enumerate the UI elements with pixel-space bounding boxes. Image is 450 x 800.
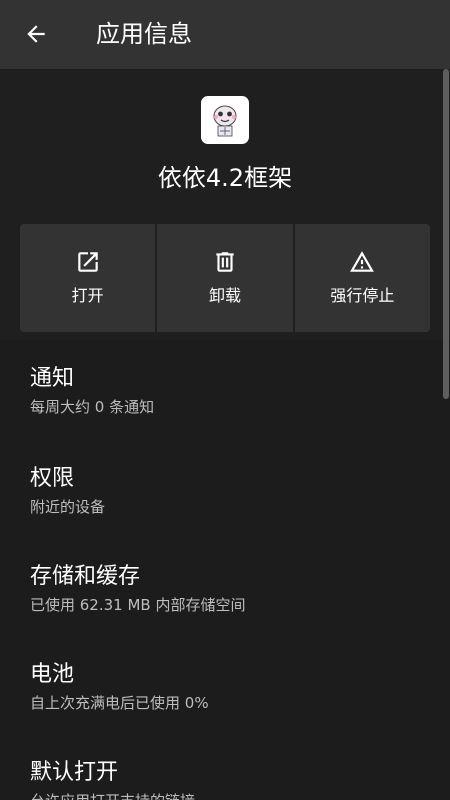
warning-icon [350, 251, 375, 272]
list-item-subtitle: 每周大约 0 条通知 [30, 398, 155, 416]
list-item-subtitle: 已使用 62.31 MB 内部存储空间 [30, 596, 246, 614]
force-stop-button[interactable]: 强行停止 [294, 224, 430, 332]
app-info-screen: 应用信息 依依4.2框架 打开 卸载 强行停止 通知 每周大约 0 条通知 权限… [0, 0, 450, 800]
action-buttons: 打开 卸载 强行停止 [20, 224, 430, 332]
settings-list: 通知 每周大约 0 条通知 权限 附近的设备 存储和缓存 已使用 62.31 M… [0, 340, 450, 800]
open-button-label: 打开 [71, 286, 104, 305]
open-in-new-icon [77, 252, 98, 272]
list-item-subtitle: 允许应用打开支持的链接 [30, 790, 450, 800]
uninstall-button-label: 卸载 [208, 286, 241, 305]
app-icon [201, 96, 249, 144]
trash-icon [216, 252, 234, 272]
list-item-notifications[interactable]: 通知 每周大约 0 条通知 [0, 340, 450, 440]
top-app-bar: 应用信息 [0, 0, 450, 69]
list-item-title: 默认打开 [30, 760, 119, 785]
list-item-permissions[interactable]: 权限 附近的设备 [0, 440, 450, 538]
page-title: 应用信息 [96, 20, 192, 48]
app-avatar-icon [213, 105, 237, 137]
list-item-subtitle: 自上次充满电后已使用 0% [30, 694, 209, 712]
list-item-open-by-default[interactable]: 默认打开 允许应用打开支持的链接 [0, 734, 450, 800]
arrow-back-icon [27, 25, 45, 43]
list-item-battery[interactable]: 电池 自上次充满电后已使用 0% [0, 636, 450, 734]
list-item-subtitle: 附近的设备 [30, 498, 106, 516]
list-item-title: 权限 [30, 466, 75, 491]
app-header: 依依4.2框架 打开 卸载 强行停止 [0, 69, 450, 340]
app-name: 依依4.2框架 [157, 164, 293, 192]
open-button[interactable]: 打开 [20, 224, 156, 332]
list-item-title: 通知 [30, 366, 75, 391]
back-button[interactable] [12, 10, 60, 58]
list-item-storage[interactable]: 存储和缓存 已使用 62.31 MB 内部存储空间 [0, 538, 450, 636]
force-stop-button-label: 强行停止 [330, 286, 395, 305]
list-item-title: 存储和缓存 [30, 564, 141, 589]
uninstall-button[interactable]: 卸载 [157, 224, 293, 332]
list-item-title: 电池 [30, 662, 75, 687]
